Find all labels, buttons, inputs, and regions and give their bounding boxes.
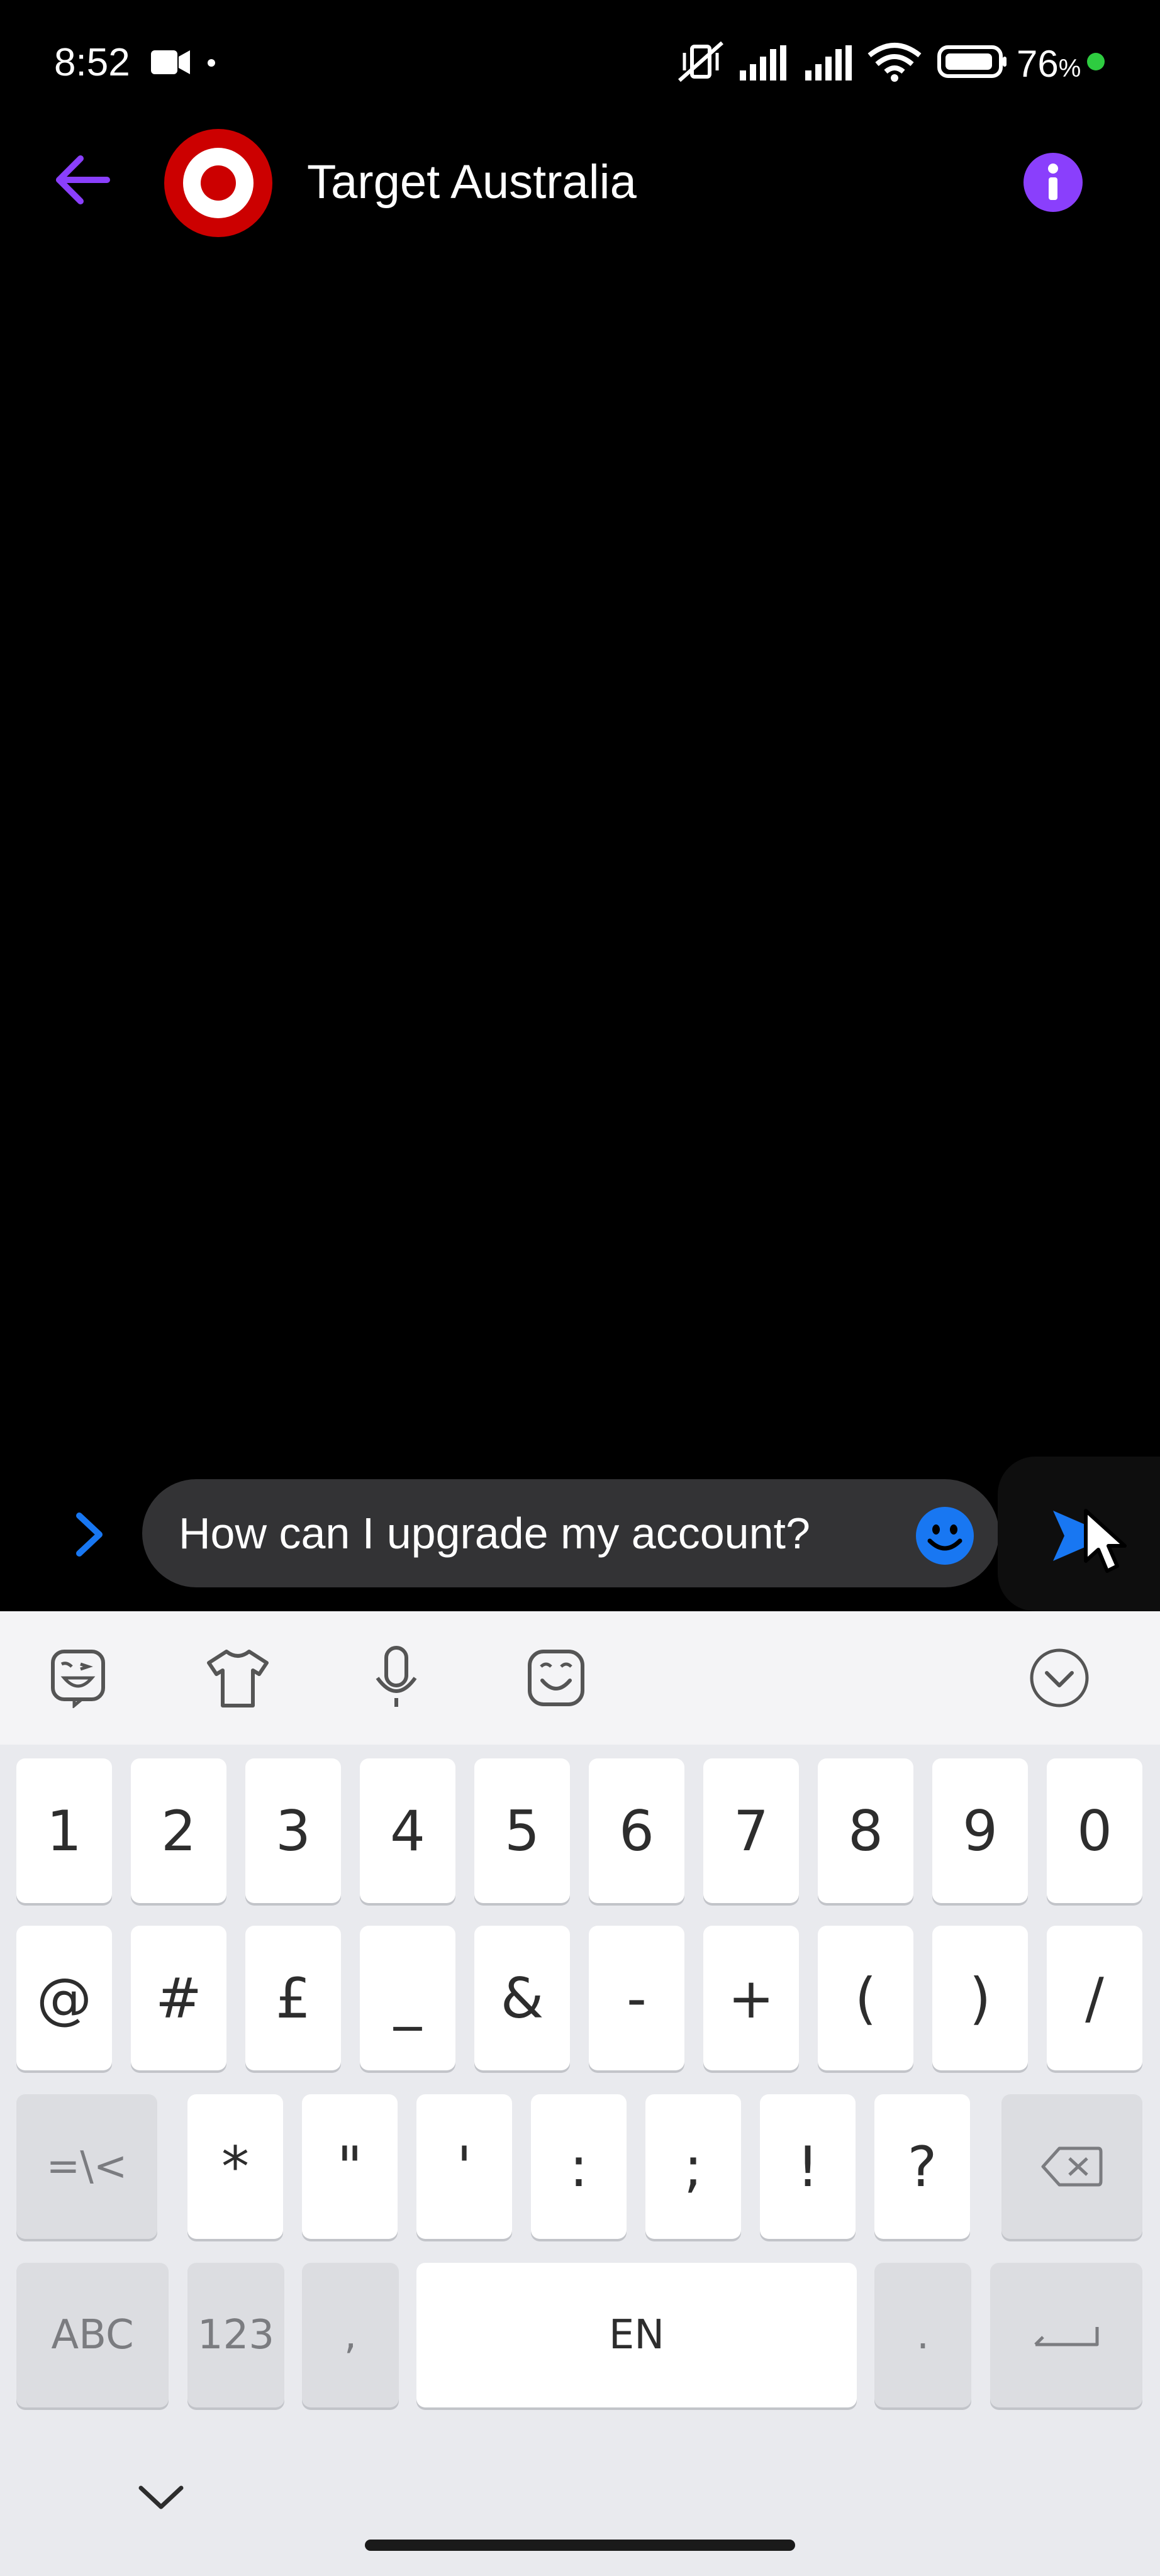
- notification-dot-icon: [208, 59, 215, 67]
- target-logo-avatar[interactable]: [164, 128, 273, 238]
- back-arrow-icon[interactable]: [53, 153, 111, 206]
- collapse-keyboard-icon[interactable]: [1029, 1648, 1090, 1708]
- key-2[interactable]: 2: [131, 1758, 226, 1903]
- key-pound[interactable]: £: [245, 1926, 341, 2070]
- key-123[interactable]: 123: [187, 2263, 284, 2407]
- key-close-paren[interactable]: ): [932, 1926, 1028, 2070]
- home-indicator[interactable]: [365, 2540, 795, 2551]
- info-icon[interactable]: [1023, 152, 1083, 213]
- key-semicolon[interactable]: ;: [645, 2094, 741, 2239]
- key-hash[interactable]: #: [131, 1926, 226, 2070]
- emoji-icon[interactable]: [915, 1506, 975, 1566]
- hide-keyboard-chevron-icon[interactable]: [137, 2482, 185, 2513]
- key-open-paren[interactable]: (: [818, 1926, 913, 2070]
- key-asterisk[interactable]: *: [187, 2094, 283, 2239]
- battery-icon: [937, 45, 1007, 78]
- key-4[interactable]: 4: [360, 1758, 455, 1903]
- backspace-icon: [1041, 2146, 1103, 2187]
- enter-key[interactable]: [990, 2263, 1142, 2407]
- keyboard: [0, 1611, 1160, 2576]
- key-8[interactable]: 8: [818, 1758, 913, 1903]
- expand-chevron-icon[interactable]: [70, 1509, 108, 1560]
- key-period[interactable]: .: [874, 2263, 971, 2407]
- key-3[interactable]: 3: [245, 1758, 341, 1903]
- theme-shirt-icon[interactable]: [205, 1646, 270, 1709]
- signal-strength-icon-2: [805, 45, 852, 80]
- key-ampersand[interactable]: &: [474, 1926, 570, 2070]
- status-time: 8:52: [54, 41, 130, 84]
- message-input-text[interactable]: How can I upgrade my account?: [179, 1504, 810, 1562]
- key-slash[interactable]: /: [1047, 1926, 1142, 2070]
- key-hyphen[interactable]: -: [589, 1926, 684, 2070]
- key-abc[interactable]: ABC: [16, 2263, 169, 2407]
- key-7[interactable]: 7: [703, 1758, 799, 1903]
- key-at[interactable]: @: [16, 1926, 112, 2070]
- wifi-icon: [867, 43, 922, 82]
- key-more-symbols[interactable]: =\<: [16, 2094, 157, 2239]
- mouse-cursor-icon: [1084, 1509, 1127, 1573]
- privacy-indicator-dot: [1087, 53, 1105, 70]
- vibrate-mute-icon: [678, 41, 723, 82]
- space-key[interactable]: EN: [416, 2263, 857, 2407]
- signal-strength-icon-1: [740, 45, 786, 80]
- conversation-title[interactable]: Target Australia: [307, 151, 637, 214]
- key-single-quote[interactable]: ': [416, 2094, 512, 2239]
- enter-icon: [1034, 2327, 1099, 2346]
- video-camera-icon: [151, 50, 190, 74]
- key-double-quote[interactable]: ": [302, 2094, 398, 2239]
- key-plus[interactable]: +: [703, 1926, 799, 2070]
- microphone-icon[interactable]: [371, 1644, 421, 1709]
- key-colon[interactable]: :: [531, 2094, 627, 2239]
- key-9[interactable]: 9: [932, 1758, 1028, 1903]
- backspace-key[interactable]: [1001, 2094, 1142, 2239]
- key-6[interactable]: 6: [589, 1758, 684, 1903]
- key-comma[interactable]: ,: [302, 2263, 399, 2407]
- key-1[interactable]: 1: [16, 1758, 112, 1903]
- key-underscore[interactable]: _: [360, 1926, 455, 2070]
- emoji-keyboard-icon[interactable]: [526, 1648, 586, 1708]
- key-exclamation[interactable]: !: [760, 2094, 856, 2239]
- key-5[interactable]: 5: [474, 1758, 570, 1903]
- key-0[interactable]: 0: [1047, 1758, 1142, 1903]
- key-question[interactable]: ?: [874, 2094, 970, 2239]
- sticker-face-icon[interactable]: [49, 1648, 109, 1708]
- battery-percentage: 76%: [1017, 43, 1081, 85]
